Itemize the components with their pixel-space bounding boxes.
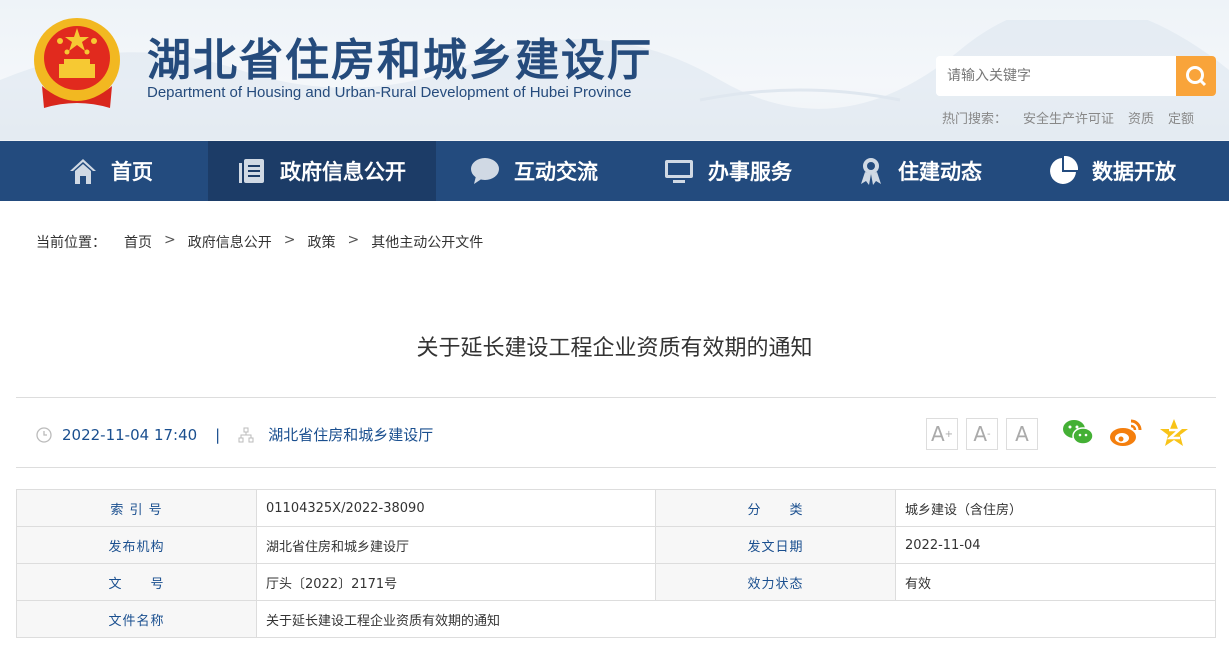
search-icon [1186,66,1207,87]
pie-chart-icon [1050,156,1078,184]
table-row: 索 引 号 01104325X/2022-38090 分 类 城乡建设（含住房） [16,489,1216,527]
document-icon [239,159,264,183]
nav-home[interactable]: 首页 [14,141,208,201]
hot-search-item[interactable]: 定额 [1168,108,1194,127]
monitor-icon [665,160,693,183]
search-button[interactable] [1176,56,1216,96]
breadcrumb-policy[interactable]: 政策 [307,232,335,252]
breadcrumb-current[interactable]: 其他主动公开文件 [371,232,483,252]
organization-icon [238,427,254,442]
nav-open-data[interactable]: 数据开放 [1016,141,1208,201]
site-title-en: Department of Housing and Urban-Rural De… [147,84,632,101]
qzone-share-icon[interactable] [1159,418,1189,448]
hot-search-item[interactable]: 资质 [1128,108,1154,127]
breadcrumb-gov-info[interactable]: 政府信息公开 [188,232,272,252]
nav-news[interactable]: 住建动态 [824,141,1016,201]
search-box [936,56,1216,96]
breadcrumb-home[interactable]: 首页 [124,232,152,252]
hot-search: 热门搜索： 安全生产许可证 资质 定额 [942,108,1194,127]
font-reset-button[interactable]: A [1006,418,1038,450]
article-meta: 2022-11-04 17:40 | 湖北省住房和城乡建设厅 A + A- A [16,397,1216,468]
publish-datetime: 2022-11-04 17:40 [62,425,198,444]
nav-interaction[interactable]: 互动交流 [436,141,632,201]
font-decrease-button[interactable]: A- [966,418,998,450]
table-row: 发布机构 湖北省住房和城乡建设厅 发文日期 2022-11-04 [16,526,1216,564]
table-row: 文 号 厅头〔2022〕2171号 效力状态 有效 [16,563,1216,601]
nav-services[interactable]: 办事服务 [632,141,824,201]
hot-search-label: 热门搜索： [942,112,1008,127]
national-emblem-logo [34,18,120,108]
wechat-share-icon[interactable] [1062,418,1094,448]
site-title: 湖北省住房和城乡建设厅 [147,35,653,86]
table-row: 文件名称 关于延长建设工程企业资质有效期的通知 [16,600,1216,638]
font-increase-button[interactable]: A + [926,418,958,450]
document-info-table: 索 引 号 01104325X/2022-38090 分 类 城乡建设（含住房）… [16,489,1216,638]
home-icon [70,159,96,184]
hot-search-item[interactable]: 安全生产许可证 [1023,108,1114,127]
main-nav: 首页 政府信息公开 互动交流 办事服务 住建动态 数据开放 [0,141,1229,201]
weibo-share-icon[interactable] [1109,418,1143,448]
site-header: 湖北省住房和城乡建设厅 Department of Housing and Ur… [0,0,1229,141]
search-input[interactable] [936,56,1176,96]
article-title: 关于延长建设工程企业资质有效期的通知 [416,336,813,361]
award-icon [861,158,881,185]
breadcrumb: 当前位置： 首页 > 政府信息公开 > 政策 > 其他主动公开文件 [36,232,484,252]
chat-bubble-icon [471,158,499,184]
clock-icon [36,426,52,443]
publisher: 湖北省住房和城乡建设厅 [268,426,434,444]
nav-gov-info[interactable]: 政府信息公开 [208,141,436,201]
